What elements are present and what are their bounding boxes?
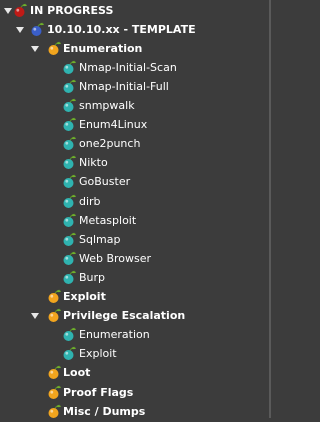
tree-row[interactable]: Enumeration: [0, 325, 271, 344]
tree-node-label: Nmap-Initial-Full: [79, 79, 169, 93]
tree-node-label: dirb: [79, 194, 101, 208]
tree-row[interactable]: dirb: [0, 192, 271, 211]
tree-node-label: Nikto: [79, 156, 108, 170]
tree-row[interactable]: one2punch: [0, 134, 271, 153]
teal-cherry-icon: [62, 213, 77, 228]
teal-cherry-icon: [62, 98, 77, 113]
teal-cherry-icon: [62, 194, 77, 209]
tree-row[interactable]: Proof Flags: [0, 383, 271, 402]
tree-row[interactable]: snmpwalk: [0, 96, 271, 115]
orange-cherry-icon: [47, 41, 62, 56]
tree-row[interactable]: Exploit: [0, 344, 271, 363]
tree-node-label: Exploit: [79, 347, 117, 361]
teal-cherry-icon: [62, 327, 77, 342]
tree-row[interactable]: GoBuster: [0, 172, 271, 191]
expand-arrow-icon[interactable]: [16, 26, 24, 33]
panel-edge: [269, 0, 271, 418]
teal-cherry-icon: [62, 60, 77, 75]
expand-arrow-icon[interactable]: [4, 7, 12, 14]
tree-row[interactable]: Exploit: [0, 287, 271, 306]
tree-row[interactable]: Web Browser: [0, 249, 271, 268]
tree-node-label: Enumeration: [79, 328, 150, 342]
tree-row[interactable]: Privilege Escalation: [0, 306, 271, 325]
tree-node-label: snmpwalk: [79, 99, 135, 112]
tree-node-label: Loot: [63, 366, 91, 380]
tree-row[interactable]: Nmap-Initial-Scan: [0, 58, 271, 77]
teal-cherry-icon: [62, 155, 77, 170]
tree-node-label: GoBuster: [79, 175, 131, 189]
tree-row[interactable]: Metasploit: [0, 211, 271, 230]
teal-cherry-icon: [62, 270, 77, 285]
red-cherry-icon: [13, 3, 28, 18]
tree-row[interactable]: Sqlmap: [0, 230, 271, 249]
tree-node-label: Exploit: [63, 290, 106, 303]
orange-cherry-icon: [47, 365, 62, 380]
tree-row[interactable]: Enum4Linux: [0, 115, 271, 134]
tree-node-label: Web Browser: [79, 251, 152, 265]
tree-node-label: one2punch: [79, 137, 141, 151]
tree-node-label: Sqlmap: [79, 232, 121, 246]
tree-row[interactable]: 10.10.10.xx - TEMPLATE: [0, 20, 271, 39]
tree-node-label: 10.10.10.xx - TEMPLATE: [47, 22, 196, 36]
orange-cherry-icon: [47, 308, 62, 323]
expand-arrow-icon[interactable]: [31, 45, 39, 52]
tree-node-label: Privilege Escalation: [63, 309, 186, 323]
tree-node-label: Proof Flags: [63, 385, 134, 399]
tree-row[interactable]: IN PROGRESS: [0, 1, 271, 20]
tree-node-label: IN PROGRESS: [30, 3, 114, 17]
tree-node-label: Enum4Linux: [79, 118, 148, 132]
tree-node-label: Burp: [79, 270, 106, 284]
tree-row[interactable]: Enumeration: [0, 39, 271, 58]
orange-cherry-icon: [47, 289, 62, 304]
teal-cherry-icon: [62, 79, 77, 94]
tree-row[interactable]: Loot: [0, 363, 271, 382]
teal-cherry-icon: [62, 117, 77, 132]
orange-cherry-icon: [47, 385, 62, 400]
teal-cherry-icon: [62, 174, 77, 189]
teal-cherry-icon: [62, 232, 77, 247]
tree-row[interactable]: Burp: [0, 268, 271, 287]
tree-node-label: Enumeration: [63, 41, 143, 55]
tree-row[interactable]: Nikto: [0, 153, 271, 172]
orange-cherry-icon: [47, 404, 62, 419]
blue-cherry-icon: [30, 22, 45, 37]
teal-cherry-icon: [62, 346, 77, 361]
tree-node-label: Metasploit: [79, 213, 137, 227]
tree-node-label: Nmap-Initial-Scan: [79, 60, 177, 74]
teal-cherry-icon: [62, 251, 77, 266]
teal-cherry-icon: [62, 136, 77, 151]
expand-arrow-icon[interactable]: [31, 313, 39, 320]
tree-row[interactable]: Nmap-Initial-Full: [0, 77, 271, 96]
